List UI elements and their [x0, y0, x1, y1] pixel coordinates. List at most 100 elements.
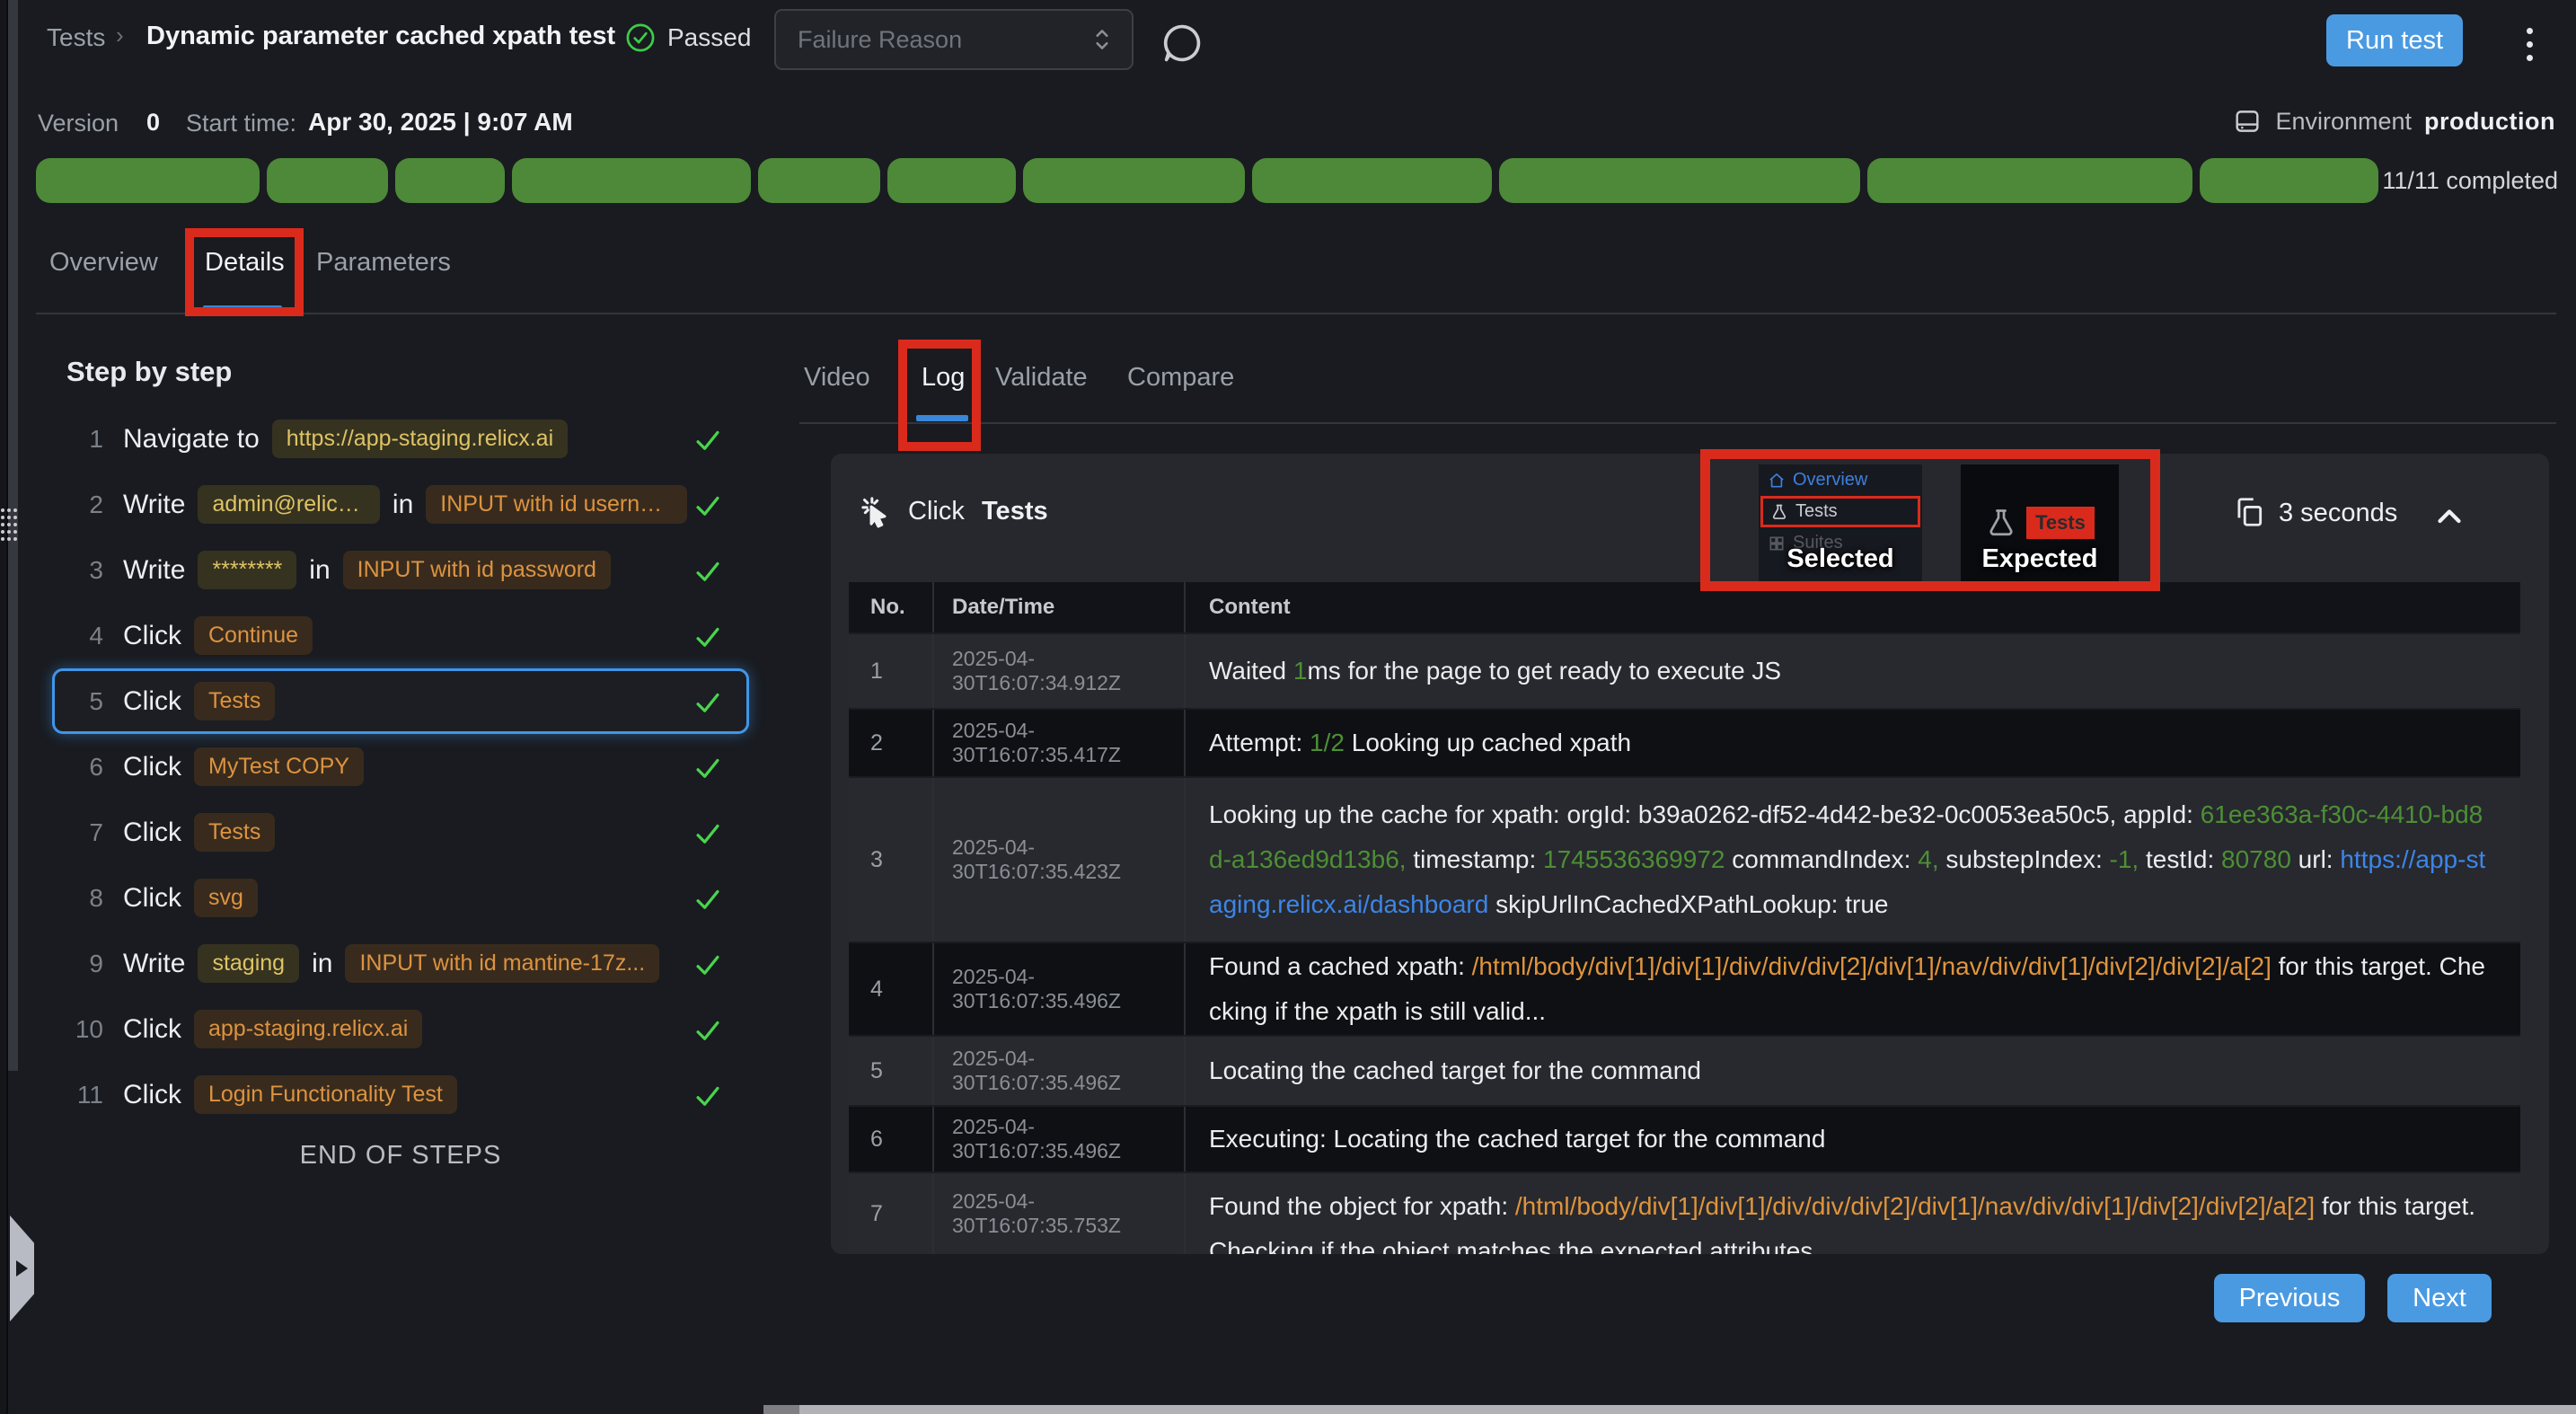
comment-icon[interactable] [1159, 20, 1205, 66]
breadcrumb-tests[interactable]: Tests [47, 23, 105, 52]
status-label: Passed [667, 23, 751, 52]
step-row[interactable]: 3Write********inINPUT with id password [52, 537, 749, 603]
step-row[interactable]: 9WritestaginginINPUT with id mantine-17z… [52, 931, 749, 996]
step-row[interactable]: 10Clickapp-staging.relicx.ai [52, 996, 749, 1062]
log-row: 52025-04-30T16:07:35.496ZLocating the ca… [849, 1037, 2520, 1107]
step-status-check-icon [693, 754, 723, 781]
tab-video[interactable]: Video [804, 363, 870, 393]
previous-button[interactable]: Previous [2214, 1274, 2365, 1322]
step-badge-element: Tests [194, 813, 275, 852]
version-label: Version [38, 110, 119, 137]
tabs-divider [36, 313, 2556, 314]
kebab-menu-icon[interactable] [2511, 20, 2547, 68]
failure-reason-select[interactable]: Failure Reason [774, 9, 1134, 70]
step-badge-element: Login Functionality Test [194, 1075, 457, 1114]
log-row-rich-text: Found the object for xpath: /html/body/d… [1209, 1184, 2493, 1254]
step-action-text: Click [123, 686, 181, 717]
log-row-content: Looking up the cache for xpath: orgId: b… [1186, 778, 2520, 941]
log-row-rich-text: Looking up the cache for xpath: orgId: b… [1209, 792, 2493, 927]
step-badge-element: Tests [194, 682, 275, 720]
log-row-content: Executing: Locating the cached target fo… [1186, 1107, 2520, 1171]
log-table-header: No. Date/Time Content [849, 582, 2520, 634]
step-row[interactable]: 4ClickContinue [52, 603, 749, 668]
step-action-text: in [312, 949, 332, 979]
progress-segment[interactable] [758, 158, 879, 203]
step-status-check-icon [693, 950, 723, 977]
step-row[interactable]: 6ClickMyTest COPY [52, 734, 749, 800]
tab-validate[interactable]: Validate [995, 363, 1088, 393]
progress-segment[interactable] [1499, 158, 1860, 203]
tab-compare[interactable]: Compare [1127, 363, 1234, 393]
steps-list: 1Navigate tohttps://app-staging.relicx.a… [52, 406, 749, 1127]
step-row[interactable]: 7ClickTests [52, 800, 749, 865]
progress-segment[interactable] [2200, 158, 2378, 203]
step-status-check-icon [693, 557, 723, 584]
log-row-no: 4 [849, 943, 934, 1035]
tab-log[interactable]: Log [922, 363, 965, 393]
environment-info: Environment production [2232, 106, 2555, 137]
step-row[interactable]: 2Writeadmin@relicx.aiinINPUT with id use… [52, 472, 749, 537]
step-badge-element: svg [194, 879, 258, 917]
step-status-check-icon [693, 623, 723, 650]
log-row-content: Found a cached xpath: /html/body/div[1]/… [1186, 943, 2520, 1035]
step-action-text: Click [123, 883, 181, 914]
collapse-chevron-up-icon[interactable] [2433, 502, 2466, 529]
step-badge-value: ******** [198, 551, 296, 589]
step-action-text: in [393, 490, 413, 520]
column-content: Content [1186, 582, 2520, 632]
log-row-rich-text: Found a cached xpath: /html/body/div[1]/… [1209, 944, 2493, 1034]
log-row-rich-text: Executing: Locating the cached target fo… [1209, 1117, 2493, 1162]
step-badge-element: INPUT with id password [343, 551, 611, 589]
progress-segment[interactable] [267, 158, 388, 203]
step-row[interactable]: 11ClickLogin Functionality Test [52, 1062, 749, 1127]
step-action-text: Click [123, 1080, 181, 1110]
step-number: 9 [67, 950, 103, 978]
thumb-nav-item-tests: Tests [1760, 496, 1920, 527]
step-number: 8 [67, 884, 103, 913]
duration-label: 3 seconds [2279, 499, 2397, 528]
select-chevrons-icon [1090, 24, 1114, 55]
next-button[interactable]: Next [2387, 1274, 2492, 1322]
log-row: 22025-04-30T16:07:35.417ZAttempt: 1/2 Lo… [849, 710, 2520, 778]
step-row[interactable]: 1Navigate tohttps://app-staging.relicx.a… [52, 406, 749, 472]
tab-parameters[interactable]: Parameters [316, 248, 451, 278]
progress-segment[interactable] [1252, 158, 1492, 203]
step-number: 10 [67, 1015, 103, 1044]
step-action-text: Write [123, 949, 185, 979]
step-number: 4 [67, 622, 103, 650]
horizontal-scrollbar-thumb[interactable] [799, 1405, 2576, 1414]
step-badge-element: INPUT with id username [426, 485, 687, 524]
environment-icon [2232, 106, 2263, 137]
log-row-datetime: 2025-04-30T16:07:35.423Z [934, 778, 1186, 941]
copy-icon[interactable] [2232, 495, 2266, 529]
step-action-text: Click [123, 817, 181, 848]
thumb-nav-label: Tests [1795, 501, 1838, 522]
log-row-no: 1 [849, 634, 934, 708]
progress-segment[interactable] [36, 158, 260, 203]
log-row-datetime: 2025-04-30T16:07:35.753Z [934, 1173, 1186, 1254]
tab-overview[interactable]: Overview [49, 248, 158, 278]
expected-label: Expected [1961, 544, 2119, 574]
sidebar-expand-handle[interactable] [10, 1215, 34, 1321]
tab-details[interactable]: Details [205, 248, 285, 278]
active-tab-underline [203, 305, 282, 312]
progress-segment[interactable] [1023, 158, 1245, 203]
thumb-nav-item-overview: Overview [1759, 464, 1922, 496]
step-status-check-icon [693, 885, 723, 912]
step-badge-value: staging [198, 944, 299, 983]
log-row-rich-text: Waited 1ms for the page to get ready to … [1209, 649, 2493, 694]
horizontal-scrollbar-track[interactable] [763, 1405, 799, 1414]
step-row[interactable]: 5ClickTests [52, 668, 749, 734]
log-row-datetime: 2025-04-30T16:07:35.417Z [934, 710, 1186, 776]
progress-segment[interactable] [1867, 158, 2192, 203]
step-action-text: Write [123, 490, 185, 520]
progress-segment[interactable] [512, 158, 752, 203]
step-badge-element: app-staging.relicx.ai [194, 1010, 422, 1048]
run-test-button[interactable]: Run test [2326, 14, 2463, 66]
log-row-content: Found the object for xpath: /html/body/d… [1186, 1173, 2520, 1254]
progress-segment[interactable] [395, 158, 504, 203]
progress-segment[interactable] [887, 158, 1016, 203]
step-progress-bar [36, 158, 2378, 203]
step-row[interactable]: 8 Click svg [52, 865, 749, 931]
log-row-datetime: 2025-04-30T16:07:35.496Z [934, 1037, 1186, 1105]
